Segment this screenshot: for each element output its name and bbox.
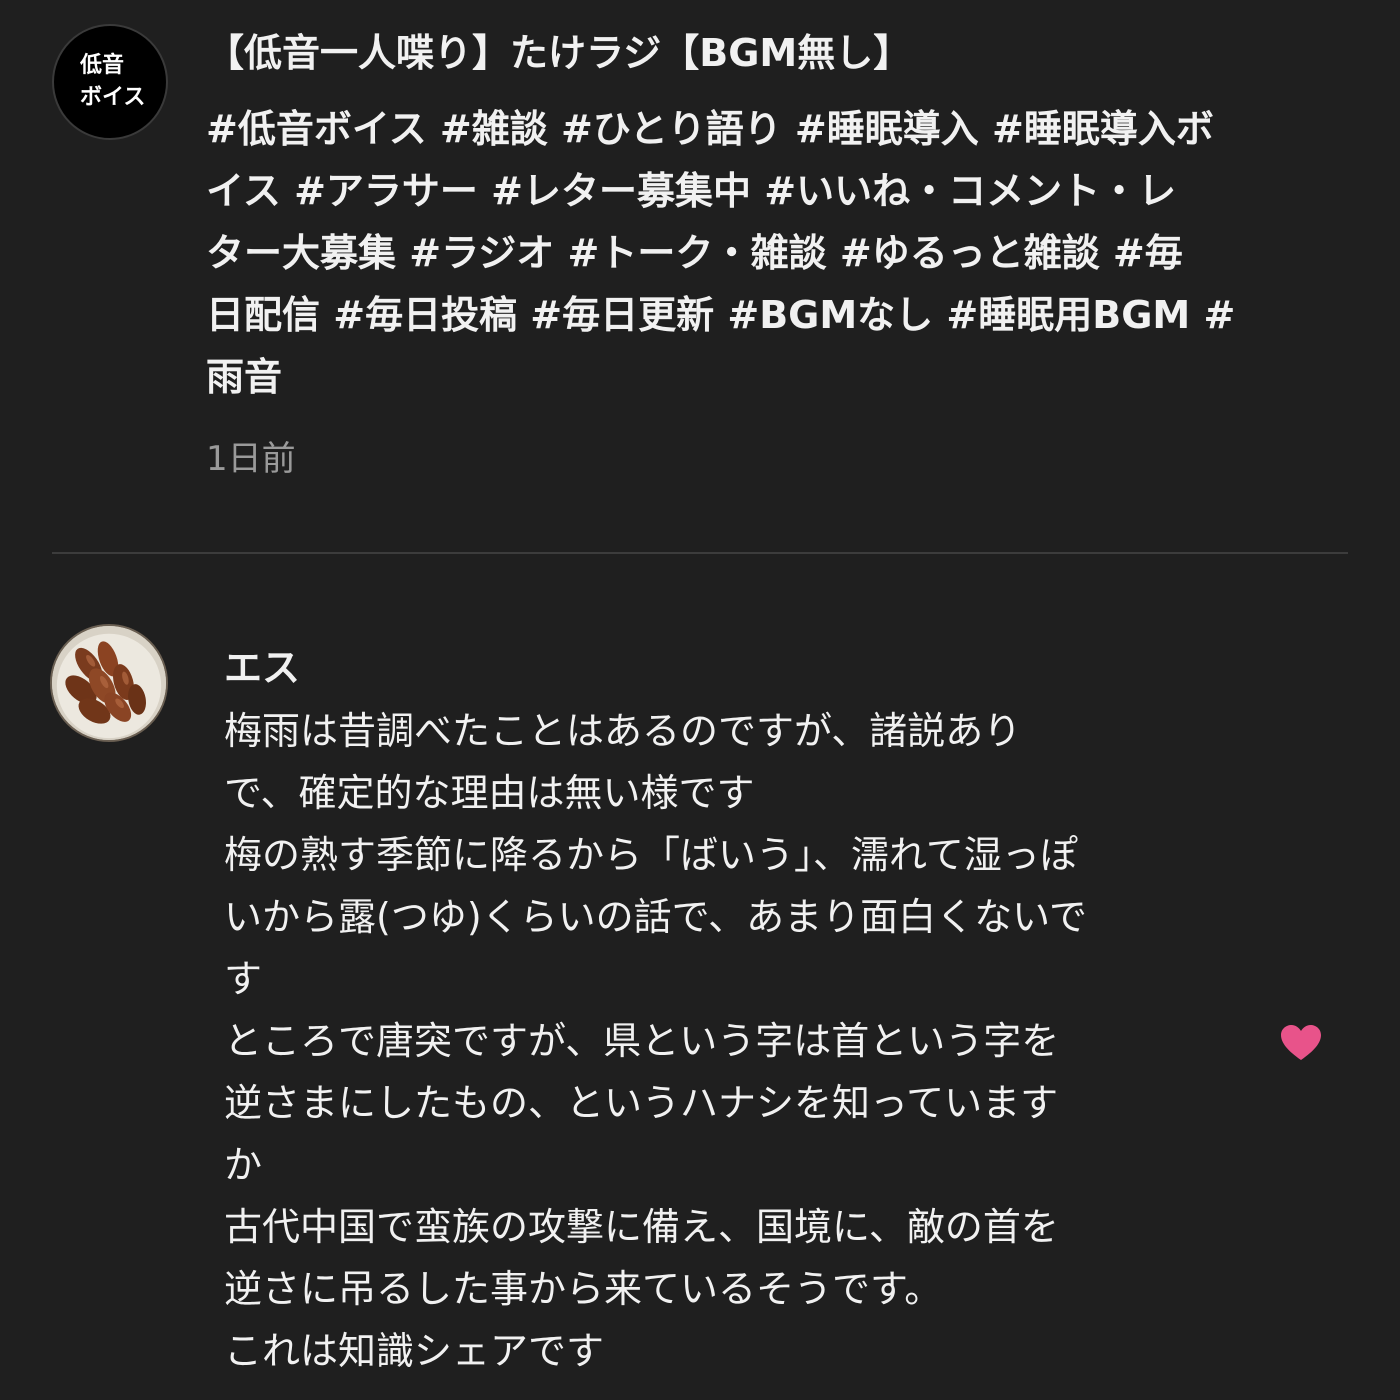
post-body: #低音ボイス #雑談 #ひとり語り #睡眠導入 #睡眠導入ボ イス #アラサー … [206, 98, 1356, 408]
comment-text-line: で、確定的な理由は無い様です [224, 771, 755, 815]
post-body-line: #低音ボイス #雑談 #ひとり語り #睡眠導入 #睡眠導入ボ [206, 107, 1214, 151]
post-body-line: イス #アラサー #レター募集中 #いいね・コメント・レ [206, 169, 1177, 213]
comment-text-line: ところで唐突ですが、県という字は首という字を [224, 1019, 1060, 1063]
post-timestamp: 1日前 [206, 439, 296, 479]
comment-text-line: 逆さに吊るした事から来ているそうです。 [224, 1267, 943, 1311]
commenter-avatar[interactable] [50, 624, 168, 742]
comment-author[interactable]: エス [224, 640, 300, 696]
channel-avatar-text-line-2: ボイス [80, 85, 146, 110]
comment-text-line: これは知識シェアです [224, 1329, 605, 1373]
comment-text-line: か [224, 1143, 263, 1187]
comment-text-line: 古代中国で蛮族の攻撃に備え、国境に、敵の首を [224, 1205, 1059, 1249]
comment-text: 梅雨は昔調べたことはあるのですが、諸説あり で、確定的な理由は無い様です 梅の熟… [224, 700, 1264, 1382]
comment-text-line: 梅雨は昔調べたことはあるのですが、諸説あり [224, 709, 1022, 753]
post-title: 【低音一人喋り】たけラジ【BGM無し】 [206, 31, 912, 75]
commenter-avatar-image [52, 626, 166, 740]
channel-avatar[interactable]: 低音 ボイス [52, 24, 168, 140]
divider [52, 552, 1348, 554]
channel-avatar-text-line-1: 低音 [80, 53, 125, 78]
post-body-line: 雨音 [206, 355, 283, 399]
post-body-line: 日配信 #毎日投稿 #毎日更新 #BGMなし #睡眠用BGM # [206, 293, 1236, 337]
comment-text-line: いから露(つゆ)くらいの話で、あまり面白くないで [224, 895, 1087, 939]
comment-text-line: 梅の熟す季節に降るから「ばいう」、濡れて湿っぽ [224, 833, 1078, 877]
heart-icon[interactable] [1280, 1024, 1322, 1062]
post-body-line: ター大募集 #ラジオ #トーク・雑談 #ゆるっと雑談 #毎 [206, 231, 1183, 275]
comment-text-line: 逆さまにしたもの、というハナシを知っています [224, 1081, 1059, 1125]
comment-text-line: す [224, 957, 263, 1001]
